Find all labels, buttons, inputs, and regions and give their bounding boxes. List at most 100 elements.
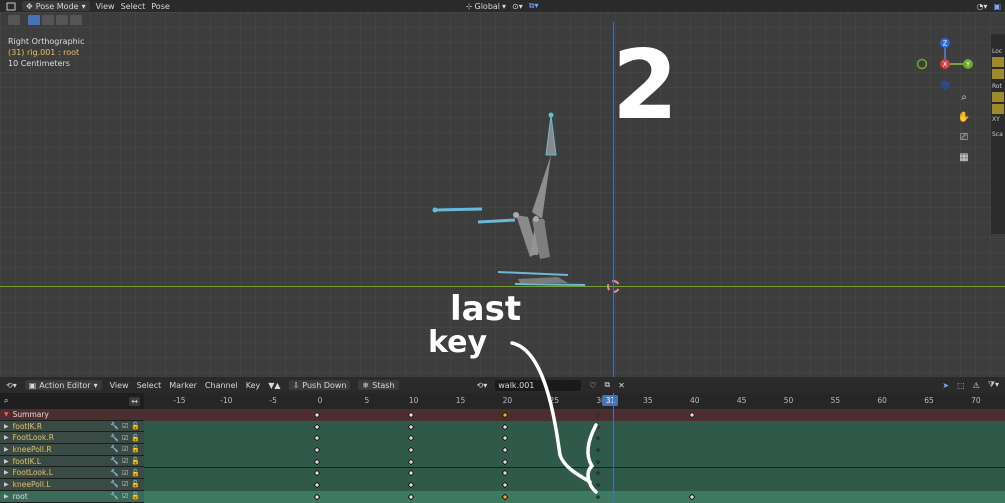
frame-ruler[interactable]: -15 -10 -5 0 5 10 15 20 25 30 35 40 45 50 55 60 65 70 31 <box>144 393 1005 409</box>
channel-row[interactable]: ▶ footIK.R 🔧 ☑ 🔓 <box>0 420 144 433</box>
keyframe-row[interactable] <box>144 490 1005 503</box>
lock-icon[interactable]: 🔓 <box>131 457 140 465</box>
tool-button-select[interactable] <box>8 15 20 25</box>
3d-viewport[interactable]: Right Orthographic (31) rig.001 : root 1… <box>0 12 1005 377</box>
bone-foot-shape[interactable] <box>518 277 568 283</box>
expand-arrow-icon[interactable]: ▶ <box>4 493 9 500</box>
navigation-gizmo[interactable]: Z Y X <box>915 36 975 96</box>
lock-icon[interactable]: 🔓 <box>131 469 140 477</box>
filter-icon[interactable]: ⧩▾ <box>988 380 999 390</box>
keyframe[interactable] <box>407 411 415 419</box>
orientation-dropdown[interactable]: ⊹ Global ▾ <box>466 2 506 11</box>
keyframe[interactable] <box>688 493 696 501</box>
sidebar-panel[interactable]: Loc Rot XY Sca <box>991 34 1005 234</box>
expand-arrow-icon[interactable]: ▶ <box>4 469 9 476</box>
keyframe[interactable] <box>596 436 601 441</box>
editor-type-button[interactable]: ⟲▾ <box>6 381 17 390</box>
keyframe-row[interactable] <box>144 444 1005 456</box>
checkbox-icon[interactable]: ☑ <box>122 457 128 465</box>
keyframe[interactable] <box>596 482 601 488</box>
keyframe[interactable] <box>501 434 509 442</box>
snap-button[interactable]: ⧉▾ <box>529 1 539 11</box>
rotation-field[interactable] <box>992 92 1004 102</box>
checkbox-icon[interactable]: ☑ <box>122 469 128 477</box>
keyframe[interactable] <box>407 458 415 466</box>
keyframe[interactable] <box>407 481 415 489</box>
stash-button[interactable]: ❄ Stash <box>358 380 399 390</box>
keyframe[interactable] <box>313 434 321 442</box>
xray-button[interactable]: ▣ <box>993 2 1001 11</box>
menu-marker[interactable]: Marker <box>169 381 197 390</box>
checkbox-icon[interactable]: ☑ <box>122 422 128 430</box>
mode-dropdown[interactable]: ✥ Pose Mode ▾ <box>22 1 90 11</box>
current-frame-indicator[interactable]: 31 <box>602 395 619 406</box>
checkbox-icon[interactable]: ☑ <box>122 492 128 500</box>
tool-button-invert[interactable] <box>70 15 82 25</box>
keyframe[interactable] <box>313 469 321 477</box>
keyframe[interactable] <box>501 411 509 419</box>
menu-view[interactable]: View <box>110 381 129 390</box>
wrench-icon[interactable]: 🔧 <box>110 469 119 477</box>
unlink-action-icon[interactable]: ✕ <box>618 381 625 390</box>
keyframe-row[interactable] <box>144 420 1005 433</box>
checkbox-icon[interactable]: ☑ <box>122 445 128 453</box>
duplicate-action-icon[interactable]: ⧉ <box>604 380 610 390</box>
hidden-icon[interactable]: ⬚ <box>957 381 965 390</box>
push-down-button[interactable]: ⇩ Push Down <box>288 380 351 390</box>
location-field[interactable] <box>992 57 1004 67</box>
fake-user-icon[interactable]: ♡ <box>589 381 596 390</box>
keyframe[interactable] <box>596 424 601 429</box>
keyframe-row[interactable] <box>144 432 1005 445</box>
armature[interactable] <box>420 107 620 297</box>
bone-arm-lower[interactable] <box>477 218 516 224</box>
keyframe-area[interactable] <box>144 409 1005 503</box>
action-name-field[interactable]: walk.001 <box>495 379 582 391</box>
keyframe[interactable] <box>313 493 321 501</box>
keyframe-row[interactable] <box>144 479 1005 491</box>
bone-foot-r[interactable] <box>497 271 569 276</box>
lock-icon[interactable]: 🔓 <box>131 422 140 430</box>
keyframe[interactable] <box>596 471 601 476</box>
keyframe[interactable] <box>313 481 321 489</box>
rotation-field[interactable] <box>992 104 1004 114</box>
keyframe[interactable] <box>313 422 321 431</box>
keyframe[interactable] <box>407 493 415 501</box>
wrench-icon[interactable]: 🔧 <box>110 480 119 488</box>
keyframe[interactable] <box>501 446 509 454</box>
only-selected-icon[interactable]: ➤ <box>942 381 949 390</box>
channel-summary[interactable]: ▼ Summary <box>0 409 144 421</box>
keyframe[interactable] <box>313 458 321 466</box>
channel-row[interactable]: ▶ FootLook.L 🔧 ☑ 🔓 <box>0 467 144 480</box>
swap-icon[interactable]: ↔ <box>129 396 140 406</box>
keyframe[interactable] <box>596 447 601 453</box>
keyframe-row[interactable] <box>144 467 1005 480</box>
keyframe-row[interactable] <box>144 409 1005 421</box>
overlay-button[interactable]: ◔▾ <box>976 2 987 11</box>
grid-icon[interactable]: ▦ <box>957 150 971 164</box>
keyframe-row[interactable] <box>144 455 1005 468</box>
gizmo-neg-y-axis[interactable] <box>916 58 928 70</box>
wrench-icon[interactable]: 🔧 <box>110 457 119 465</box>
bone-arm-upper[interactable] <box>434 207 483 212</box>
checkbox-icon[interactable]: ☑ <box>122 434 128 442</box>
zoom-icon[interactable]: ⌕ <box>957 90 971 104</box>
keyframe[interactable] <box>501 493 509 501</box>
keyframe[interactable] <box>407 434 415 442</box>
bone-torso[interactable] <box>532 155 551 219</box>
wrench-icon[interactable]: 🔧 <box>110 434 119 442</box>
keyframe[interactable] <box>313 446 321 454</box>
channel-search[interactable]: ⌕ ↔ <box>0 393 144 409</box>
keyframe[interactable] <box>596 494 601 499</box>
keyframe[interactable] <box>407 422 415 431</box>
keyframe[interactable] <box>596 459 601 464</box>
location-field[interactable] <box>992 69 1004 79</box>
expand-arrow-icon[interactable]: ▶ <box>4 434 9 441</box>
keyframe[interactable] <box>407 469 415 477</box>
layer-arrows[interactable]: ▼▲ <box>268 381 280 390</box>
keyframe[interactable] <box>501 422 509 431</box>
action-browse-button[interactable]: ⟲▾ <box>477 381 488 390</box>
keyframe[interactable] <box>407 446 415 454</box>
menu-key[interactable]: Key <box>246 381 261 390</box>
keyframe[interactable] <box>501 458 509 466</box>
wrench-icon[interactable]: 🔧 <box>110 445 119 453</box>
